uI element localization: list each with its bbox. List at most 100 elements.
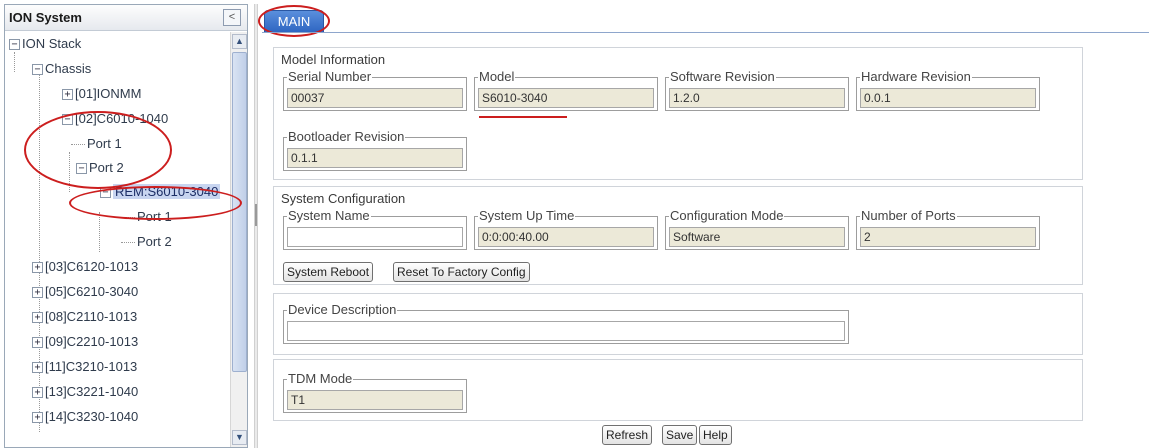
collapse-node-icon[interactable]: − — [76, 163, 87, 175]
tree-node-03-c6120[interactable]: + [03]C6120-1013 — [32, 257, 138, 277]
device-description-section: Device Description — [273, 293, 1083, 355]
device-description-group: Device Description — [283, 303, 849, 344]
hardware-revision-field: 0.0.1 — [860, 88, 1036, 108]
tab-underline — [262, 32, 1149, 33]
annotation-underline-model — [479, 116, 567, 118]
expand-node-icon[interactable]: + — [32, 412, 43, 424]
bootloader-revision-field: 0.1.1 — [287, 148, 463, 168]
field-label: TDM Mode — [287, 371, 354, 386]
tree-node-label: ION Stack — [22, 36, 82, 51]
scroll-down-icon[interactable]: ▼ — [232, 430, 247, 445]
splitter-grip-icon — [255, 204, 257, 226]
tree-guide-line — [39, 72, 40, 432]
system-reboot-button[interactable]: System Reboot — [283, 262, 374, 282]
system-name-input[interactable] — [287, 227, 463, 247]
scroll-up-icon[interactable]: ▲ — [232, 34, 247, 49]
system-configuration-section: System Configuration System Name System … — [273, 186, 1083, 285]
tree-node-label: Port 2 — [89, 160, 124, 175]
device-description-input[interactable] — [287, 321, 845, 341]
tree-node-label: [11]C3210-1013 — [45, 359, 138, 374]
collapse-node-icon[interactable]: − — [62, 114, 73, 126]
tree-node-02-c6010[interactable]: − [02]C6010-1040 — [62, 109, 168, 129]
tree-body: − ION Stack − Chassis + [01]IONMM − [02]C601… — [5, 32, 230, 447]
tree-node-chassis[interactable]: − Chassis — [32, 59, 91, 79]
tree-connector — [71, 144, 85, 146]
tree-node-rem-port1[interactable]: Port 1 — [121, 207, 172, 227]
system-up-time-group: System Up Time 0:0:00:40.00 — [474, 209, 658, 250]
configuration-mode-field: Software — [669, 227, 845, 247]
panel-splitter[interactable] — [254, 4, 258, 448]
expand-node-icon[interactable]: + — [32, 312, 43, 324]
tree-node-label: [13]C3221-1040 — [45, 384, 139, 399]
tree-node-11-c3210[interactable]: + [11]C3210-1013 — [32, 357, 137, 377]
collapse-node-icon[interactable]: − — [100, 187, 111, 199]
expand-node-icon[interactable]: + — [32, 262, 43, 274]
collapse-node-icon[interactable]: − — [32, 64, 43, 76]
serial-number-group: Serial Number 00037 — [283, 70, 467, 111]
collapse-panel-button[interactable]: < — [223, 9, 241, 26]
scroll-thumb[interactable] — [232, 52, 247, 372]
save-button[interactable]: Save — [662, 425, 698, 445]
system-up-time-field: 0:0:00:40.00 — [478, 227, 654, 247]
tree-connector — [121, 242, 135, 244]
tree-node-02-port2[interactable]: − Port 2 — [76, 158, 124, 178]
device-tree-panel: ION System < − ION Stack − Chassis + [01]IO… — [4, 4, 248, 448]
tree-node-rem-s6010[interactable]: − REM:S6010-3040 — [100, 182, 221, 202]
tree-node-label: Port 2 — [137, 234, 172, 249]
tree-node-label: Port 1 — [87, 136, 122, 151]
tree-scrollbar[interactable]: ▲ ▼ — [230, 32, 247, 447]
expand-node-icon[interactable]: + — [32, 362, 43, 374]
field-label: Device Description — [287, 302, 398, 317]
tree-guide-line — [14, 52, 15, 72]
expand-node-icon[interactable]: + — [32, 287, 43, 299]
field-label: Configuration Mode — [669, 208, 785, 223]
tree-title: ION System — [9, 10, 82, 25]
tree-guide-line — [99, 212, 100, 252]
refresh-button[interactable]: Refresh — [602, 425, 653, 445]
tree-node-label: Chassis — [45, 61, 92, 76]
tree-connector — [121, 217, 135, 219]
help-button[interactable]: Help — [699, 425, 732, 445]
tree-node-rem-port2[interactable]: Port 2 — [121, 232, 172, 252]
tree-header: ION System < — [5, 5, 247, 31]
tree-node-14-c3230[interactable]: + [14]C3230-1040 — [32, 407, 138, 427]
tree-guide-line — [69, 152, 70, 192]
section-title: Model Information — [281, 52, 386, 67]
field-label: Model — [478, 69, 516, 84]
tree-node-08-c2110[interactable]: + [08]C2110-1013 — [32, 307, 137, 327]
field-label: System Name — [287, 208, 371, 223]
model-field: S6010-3040 — [478, 88, 654, 108]
tab-main[interactable]: MAIN — [264, 10, 324, 32]
tree-node-01-ionmm[interactable]: + [01]IONMM — [62, 84, 141, 104]
field-label: Bootloader Revision — [287, 129, 406, 144]
expand-node-icon[interactable]: + — [32, 387, 43, 399]
collapse-node-icon[interactable]: − — [9, 39, 20, 51]
section-title: System Configuration — [281, 191, 406, 206]
expand-node-icon[interactable]: + — [62, 89, 73, 101]
tree-node-label: [05]C6210-3040 — [45, 284, 139, 299]
tree-node-13-c3221[interactable]: + [13]C3221-1040 — [32, 382, 138, 402]
tree-node-02-port1[interactable]: Port 1 — [71, 134, 122, 154]
tree-node-ion-stack[interactable]: − ION Stack — [9, 34, 81, 54]
serial-number-field: 00037 — [287, 88, 463, 108]
model-group: Model S6010-3040 — [474, 70, 658, 111]
tree-node-label: [02]C6010-1040 — [75, 111, 169, 126]
tree-node-label: REM:S6010-3040 — [113, 184, 221, 199]
field-label: Software Revision — [669, 69, 776, 84]
tdm-mode-group: TDM Mode T1 — [283, 372, 467, 413]
expand-node-icon[interactable]: + — [32, 337, 43, 349]
field-label: System Up Time — [478, 208, 576, 223]
software-revision-field: 1.2.0 — [669, 88, 845, 108]
system-name-group: System Name — [283, 209, 467, 250]
tdm-mode-field: T1 — [287, 390, 463, 410]
model-information-section: Model Information Serial Number 00037 Mo… — [273, 47, 1083, 180]
tree-node-05-c6210[interactable]: + [05]C6210-3040 — [32, 282, 138, 302]
tree-node-09-c2210[interactable]: + [09]C2210-1013 — [32, 332, 138, 352]
tree-node-label: [08]C2110-1013 — [45, 309, 138, 324]
hardware-revision-group: Hardware Revision 0.0.1 — [856, 70, 1040, 111]
reset-factory-config-button[interactable]: Reset To Factory Config — [393, 262, 530, 282]
configuration-mode-group: Configuration Mode Software — [665, 209, 849, 250]
field-label: Number of Ports — [860, 208, 957, 223]
number-of-ports-group: Number of Ports 2 — [856, 209, 1040, 250]
field-label: Serial Number — [287, 69, 373, 84]
